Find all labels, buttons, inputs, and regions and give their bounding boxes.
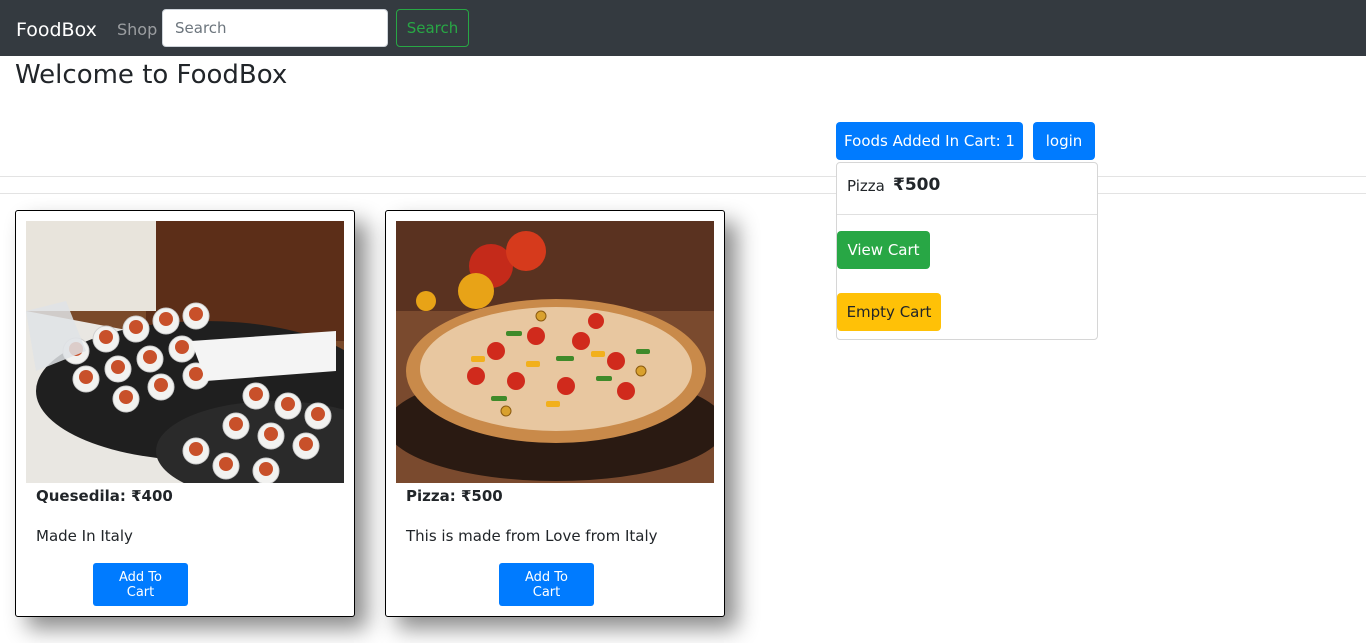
product-description: This is made from Love from Italy <box>406 527 658 545</box>
product-title: Pizza: ₹500 <box>406 487 503 505</box>
cart-item-price: ₹500 <box>893 175 941 195</box>
search-input[interactable] <box>162 9 388 47</box>
cart-item-name: Pizza <box>847 177 885 195</box>
search-button[interactable]: Search <box>396 9 469 47</box>
cart-dropdown-button[interactable]: Foods Added In Cart: 1 <box>836 122 1023 160</box>
add-to-cart-button[interactable]: Add To Cart <box>93 563 188 606</box>
add-to-cart-button[interactable]: Add To Cart <box>499 563 594 606</box>
brand-link[interactable]: FoodBox <box>16 16 97 44</box>
login-button[interactable]: login <box>1033 122 1095 160</box>
product-title: Quesedila: ₹400 <box>36 487 173 505</box>
divider <box>0 193 1366 194</box>
quesadilla-photo <box>26 221 344 483</box>
nav-link-shop[interactable]: Shop <box>117 19 157 41</box>
navbar: FoodBox Shop Search <box>0 0 1366 56</box>
cart-dropdown-menu: Pizza ₹500 View Cart Empty Cart <box>836 162 1098 340</box>
cart-dropdown-item: Pizza ₹500 <box>837 163 1097 215</box>
empty-cart-button[interactable]: Empty Cart <box>837 293 941 331</box>
divider <box>0 176 1366 177</box>
product-card: Pizza: ₹500 This is made from Love from … <box>385 210 725 617</box>
pizza-photo <box>396 221 714 483</box>
product-description: Made In Italy <box>36 527 133 545</box>
view-cart-button[interactable]: View Cart <box>837 231 930 269</box>
page-title: Welcome to FoodBox <box>15 60 288 90</box>
product-card: Quesedila: ₹400 Made In Italy Add To Car… <box>15 210 355 617</box>
